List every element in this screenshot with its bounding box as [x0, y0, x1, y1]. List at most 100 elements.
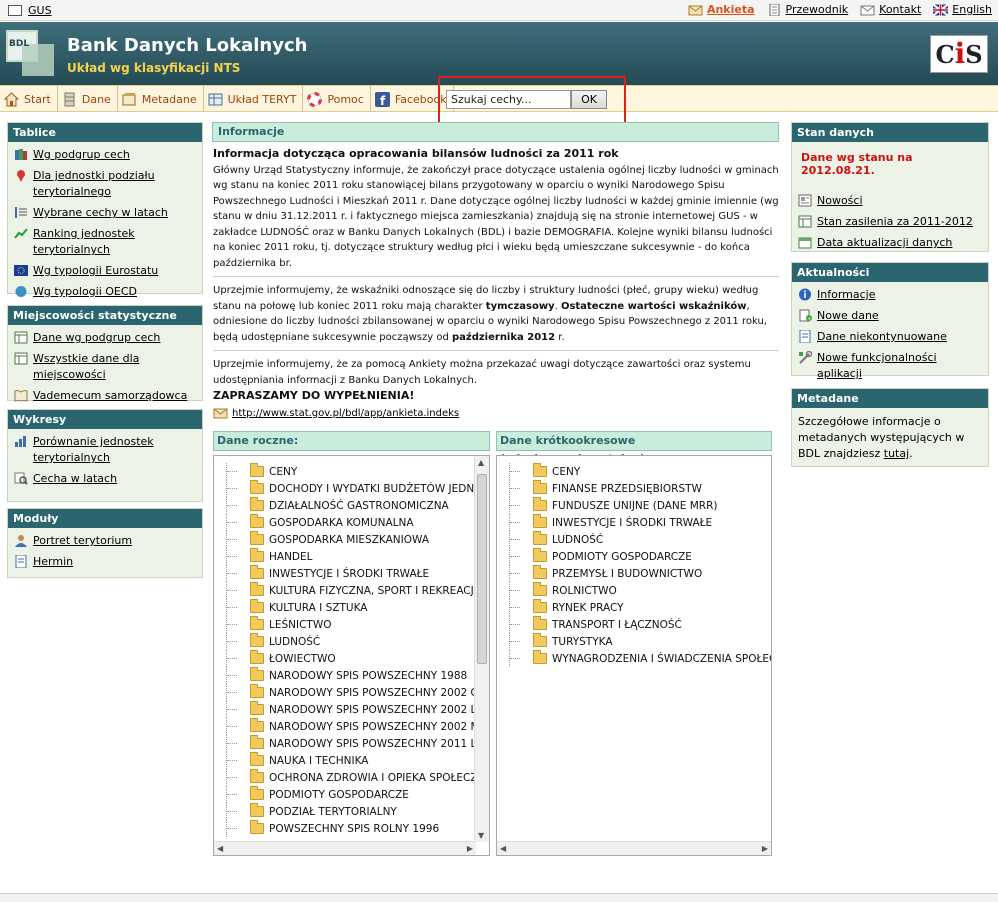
folder-icon	[250, 684, 264, 698]
annual-tree-item[interactable]: NARODOWY SPIS POWSZECHNY 2002 MIESZKANIA	[214, 718, 489, 735]
tablice-item-ranking[interactable]: Ranking jednostek terytorialnych	[14, 226, 198, 258]
annual-tree-item[interactable]: GOSPODARKA KOMUNALNA	[214, 514, 489, 531]
tree-item-label: NARODOWY SPIS POWSZECHNY 2002 GOSPODARST…	[269, 686, 489, 699]
aktualnosci-item-niekontynuowane[interactable]: Dane niekontynuowane	[798, 329, 984, 345]
tree-item-label: PRZEMYSŁ I BUDOWNICTWO	[552, 567, 703, 580]
annual-data-tree[interactable]: CENY DOCHODY I WYDATKI BUDŻETÓW JEDNOSTEK…	[213, 455, 490, 856]
annual-tree-item[interactable]: ŁOWIECTWO	[214, 650, 489, 667]
nav-uklad-teryt[interactable]: Układ TERYT	[204, 86, 304, 112]
short-tree-item[interactable]: TURYSTYKA	[497, 633, 771, 650]
tree-item-label: TURYSTYKA	[552, 635, 613, 648]
annual-tree-item[interactable]: NAUKA I TECHNIKA	[214, 752, 489, 769]
bdl-logo[interactable]: BDL	[6, 30, 56, 76]
nav-metadane[interactable]: Metadane	[118, 86, 204, 112]
short-tree-item[interactable]: PRZEMYSŁ I BUDOWNICTWO	[497, 565, 771, 582]
nav-start[interactable]: Start	[0, 86, 58, 112]
annual-tree-item[interactable]: KULTURA I SZTUKA	[214, 599, 489, 616]
annual-tree-item[interactable]: NARODOWY SPIS POWSZECHNY 2011 LUDNOŚĆ	[214, 735, 489, 752]
tree-connector	[509, 633, 533, 650]
annual-tree-item[interactable]: PODZIAŁ TERYTORIALNY	[214, 803, 489, 820]
annual-tree-item[interactable]: NARODOWY SPIS POWSZECHNY 2002 LUDNOŚĆ	[214, 701, 489, 718]
short-tree-item[interactable]: FUNDUSZE UNIJNE (DANE MRR)	[497, 497, 771, 514]
cis-logo[interactable]: CiS	[930, 35, 988, 73]
przewodnik-link[interactable]: Przewodnik	[767, 3, 848, 16]
short-tree-item[interactable]: CENY	[497, 463, 771, 480]
survey-link-row[interactable]: http://www.stat.gov.pl/bdl/app/ankieta.i…	[213, 406, 779, 422]
miejscowosci-item-vademecum[interactable]: Vademecum samorządowca	[14, 388, 198, 404]
panel-title: Wykresy	[8, 410, 202, 429]
folder-icon	[250, 752, 264, 766]
ranking-chart-icon	[14, 228, 28, 239]
wykresy-item-cecha[interactable]: Cecha w latach	[14, 471, 198, 487]
folder-icon	[533, 514, 547, 528]
globe-icon	[15, 286, 27, 297]
annual-horizontal-scrollbar[interactable]: ◀ ▶	[214, 841, 476, 855]
folder-icon	[533, 531, 547, 545]
tablice-item-jednostka[interactable]: Dla jednostki podziału terytorialnego	[14, 168, 198, 200]
wykresy-item-porownanie[interactable]: Porównanie jednostek terytorialnych	[14, 434, 198, 466]
short-tree-item[interactable]: WYNAGRODZENIA I ŚWIADCZENIA SPOŁECZNE	[497, 650, 771, 667]
aktualnosci-item-informacje[interactable]: Informacje	[798, 287, 984, 303]
document-icon	[799, 330, 811, 343]
folder-icon	[250, 786, 264, 800]
short-tree-item[interactable]: PODMIOTY GOSPODARCZE	[497, 548, 771, 565]
short-tree-item[interactable]: INWESTYCJE I ŚRODKI TRWAŁE	[497, 514, 771, 531]
short-tree-item[interactable]: FINANSE PRZEDSIĘBIORSTW	[497, 480, 771, 497]
annual-tree-item[interactable]: NARODOWY SPIS POWSZECHNY 1988	[214, 667, 489, 684]
tree-connector	[226, 548, 250, 565]
annual-tree-item[interactable]: INWESTYCJE I ŚRODKI TRWAŁE	[214, 565, 489, 582]
tree-connector	[226, 718, 250, 735]
annual-data-header: Dane roczne:	[213, 431, 490, 451]
annual-tree-item[interactable]: OCHRONA ZDROWIA I OPIEKA SPOŁECZNA	[214, 769, 489, 786]
stan-item-nowosci[interactable]: Nowości	[798, 193, 984, 209]
miejscowosci-item-podgrupy[interactable]: Dane wg podgrup cech	[14, 330, 198, 346]
annual-tree-item[interactable]: HANDEL	[214, 548, 489, 565]
short-horizontal-scrollbar[interactable]: ◀ ▶	[497, 841, 771, 855]
english-link[interactable]: English	[933, 3, 992, 16]
annual-tree-item[interactable]: CENY	[214, 463, 489, 480]
tablice-item-wybrane[interactable]: Wybrane cechy w latach	[14, 205, 198, 221]
stan-item-zasilenie[interactable]: Stan zasilenia za 2011-2012	[798, 214, 984, 230]
envelope-icon	[860, 5, 875, 15]
kontakt-link[interactable]: Kontakt	[860, 3, 921, 16]
annual-tree-item[interactable]: KULTURA FIZYCZNA, SPORT I REKREACJA	[214, 582, 489, 599]
survey-link[interactable]: http://www.stat.gov.pl/bdl/app/ankieta.i…	[232, 406, 459, 422]
folder-icon	[250, 735, 264, 749]
tablice-item-oecd[interactable]: Wg typologii OECD	[14, 284, 198, 300]
short-tree-item[interactable]: ROLNICTWO	[497, 582, 771, 599]
annual-tree-item[interactable]: DZIAŁALNOŚĆ GASTRONOMICZNA	[214, 497, 489, 514]
metadata-icon	[122, 92, 136, 105]
gus-link[interactable]: GUS	[8, 4, 52, 17]
annual-tree-item[interactable]: PODMIOTY GOSPODARCZE	[214, 786, 489, 803]
moduly-item-hermin[interactable]: Hermin	[14, 554, 198, 570]
annual-tree-item[interactable]: GOSPODARKA MIESZKANIOWA	[214, 531, 489, 548]
annual-scroll-thumb[interactable]	[477, 474, 487, 664]
moduly-item-portret[interactable]: Portret terytorium	[14, 533, 198, 549]
short-tree-item[interactable]: RYNEK PRACY	[497, 599, 771, 616]
ankieta-link[interactable]: Ankieta	[688, 3, 755, 16]
nav-pomoc[interactable]: Pomoc	[303, 86, 371, 112]
annual-tree-item[interactable]: NARODOWY SPIS POWSZECHNY 2002 GOSPODARST…	[214, 684, 489, 701]
tree-connector	[509, 497, 533, 514]
annual-tree-item[interactable]: LUDNOŚĆ	[214, 633, 489, 650]
short-term-data-list: CENY FINANSE PRZEDSIĘBIORSTW FUNDUSZE UNIJ…	[497, 463, 771, 667]
short-tree-item[interactable]: LUDNOŚĆ	[497, 531, 771, 548]
miejscowosci-item-wszystkie[interactable]: Wszystkie dane dla miejscowości	[14, 351, 198, 383]
annual-tree-item[interactable]: LEŚNICTWO	[214, 616, 489, 633]
short-tree-item[interactable]: TRANSPORT I ŁĄCZNOŚĆ	[497, 616, 771, 633]
metadane-link[interactable]: tutaj	[884, 447, 909, 460]
annual-vertical-scrollbar[interactable]: ▲ ▼	[474, 456, 489, 842]
tree-connector	[509, 565, 533, 582]
panel-miejscowosci: Miejscowości statystyczne Dane wg podgru…	[7, 305, 203, 404]
aktualnosci-item-nowe-dane[interactable]: + Nowe dane	[798, 308, 984, 324]
annual-tree-item[interactable]: DOCHODY I WYDATKI BUDŻETÓW JEDNOSTEK	[214, 480, 489, 497]
tree-connector	[226, 667, 250, 684]
short-term-data-tree[interactable]: CENY FINANSE PRZEDSIĘBIORSTW FUNDUSZE UNIJ…	[496, 455, 772, 856]
tablice-item-eurostat[interactable]: Wg typologii Eurostatu	[14, 263, 198, 279]
tablice-item-podgrupy[interactable]: Wg podgrup cech	[14, 147, 198, 163]
stan-item-data-aktualizacji[interactable]: Data aktualizacji danych	[798, 235, 984, 251]
annual-tree-item[interactable]: POWSZECHNY SPIS ROLNY 1996	[214, 820, 489, 837]
panel-moduly: Moduły Portret terytorium Hermin	[7, 508, 203, 578]
aktualnosci-item-funkcjonalnosci[interactable]: Nowe funkcjonalności aplikacji	[798, 350, 984, 382]
nav-dane[interactable]: Dane	[58, 86, 118, 112]
